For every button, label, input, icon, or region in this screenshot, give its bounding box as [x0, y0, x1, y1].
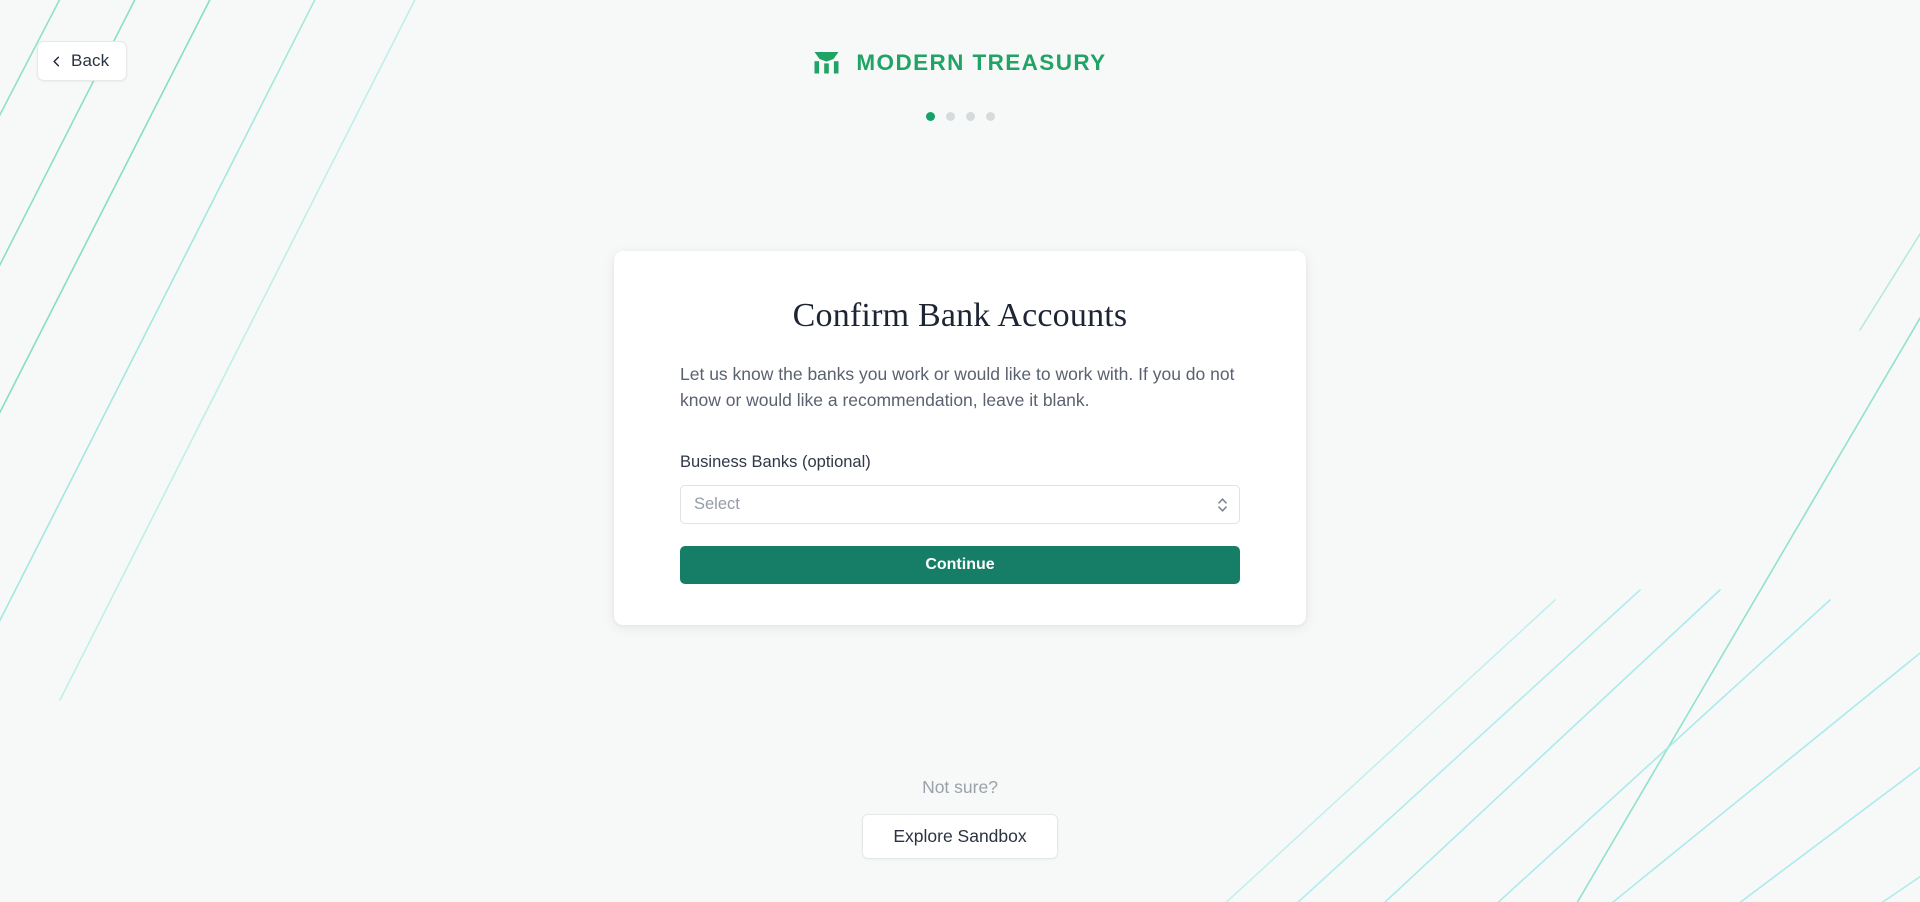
continue-button[interactable]: Continue [680, 546, 1240, 584]
step-dot-3 [965, 112, 975, 121]
confirm-bank-accounts-card: Confirm Bank Accounts Let us know the ba… [614, 251, 1306, 625]
business-banks-label: Business Banks (optional) [680, 453, 871, 471]
back-button-label: Back [71, 51, 110, 70]
not-sure-text: Not sure? [922, 777, 998, 797]
step-dot-1 [925, 112, 935, 121]
step-dot-2 [945, 112, 955, 121]
brand-header: MODERN TREASURY [0, 49, 1920, 76]
step-dot-4 [985, 112, 995, 121]
chevron-left-icon [51, 56, 62, 67]
footer: Not sure? Explore Sandbox [0, 777, 1920, 859]
business-banks-select-value: Select [694, 495, 740, 513]
page-title: Confirm Bank Accounts [792, 297, 1128, 334]
explore-sandbox-button[interactable]: Explore Sandbox [862, 814, 1058, 859]
modern-treasury-logo-icon [813, 49, 840, 76]
brand-wordmark: MODERN TREASURY [856, 49, 1107, 75]
business-banks-select[interactable]: Select [680, 485, 1240, 524]
business-banks-select-wrapper: Select [680, 485, 1240, 524]
progress-stepper [0, 112, 1920, 121]
card-description: Let us know the banks you work or would … [680, 364, 1235, 410]
back-button[interactable]: Back [37, 41, 128, 81]
